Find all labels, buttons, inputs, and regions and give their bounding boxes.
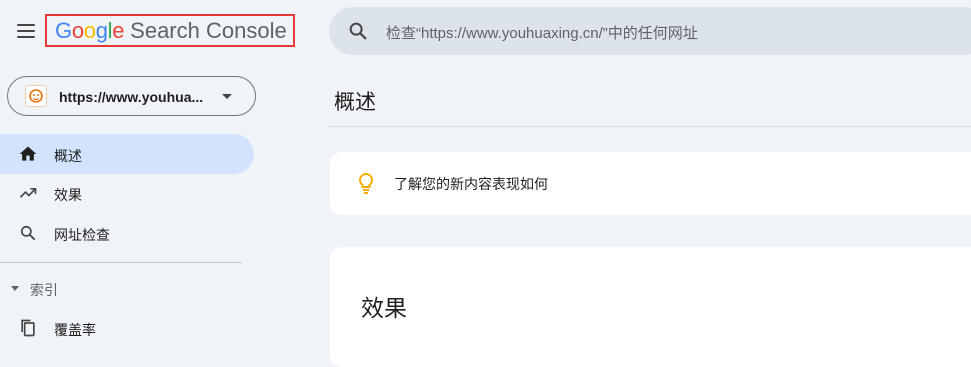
- search-input[interactable]: 检查“https://www.youhuaxing.cn/”中的任何网址: [386, 22, 698, 43]
- sidebar-item-url-inspection[interactable]: 网址检查: [0, 213, 254, 253]
- tip-text: 了解您的新内容表现如何: [394, 176, 548, 192]
- sidebar-section-index[interactable]: 索引: [30, 280, 58, 300]
- google-logo-text: Google: [55, 17, 125, 43]
- performance-card: 效果: [330, 247, 971, 367]
- url-inspection-search[interactable]: 检查“https://www.youhuaxing.cn/”中的任何网址: [329, 7, 971, 55]
- file-copy-icon: [21, 319, 35, 337]
- search-icon: [20, 225, 36, 241]
- product-logo[interactable]: Google Search Console: [45, 14, 295, 47]
- home-icon: [19, 146, 37, 161]
- sidebar-divider: [0, 262, 242, 263]
- page-title: 概述: [334, 91, 376, 114]
- sidebar-item-label: 效果: [54, 187, 82, 203]
- property-selector[interactable]: https://www.youhua...: [7, 76, 256, 116]
- search-icon: [349, 22, 367, 40]
- property-url: https://www.youhua...: [59, 89, 204, 105]
- trending-up-icon: [19, 188, 37, 198]
- lightbulb-icon: [358, 172, 374, 194]
- sidebar-item-label: 网址检查: [54, 227, 110, 243]
- sidebar-item-overview[interactable]: 概述: [0, 134, 254, 174]
- sidebar-item-label: 覆盖率: [54, 322, 96, 338]
- top-bar: Google Search Console 检查“https://www.you…: [0, 0, 971, 64]
- title-divider: [329, 126, 971, 127]
- sidebar-item-performance[interactable]: 效果: [0, 173, 254, 213]
- sidebar-item-coverage[interactable]: 覆盖率: [0, 308, 254, 348]
- collapse-arrow-icon[interactable]: [11, 286, 19, 291]
- tip-card[interactable]: 了解您的新内容表现如何: [330, 152, 971, 215]
- performance-title: 效果: [361, 295, 407, 321]
- menu-icon[interactable]: [14, 19, 38, 43]
- sidebar-item-label: 概述: [54, 148, 82, 164]
- dropdown-arrow-icon: [222, 94, 232, 99]
- property-favicon: [25, 85, 47, 107]
- product-name: Search Console: [130, 17, 287, 43]
